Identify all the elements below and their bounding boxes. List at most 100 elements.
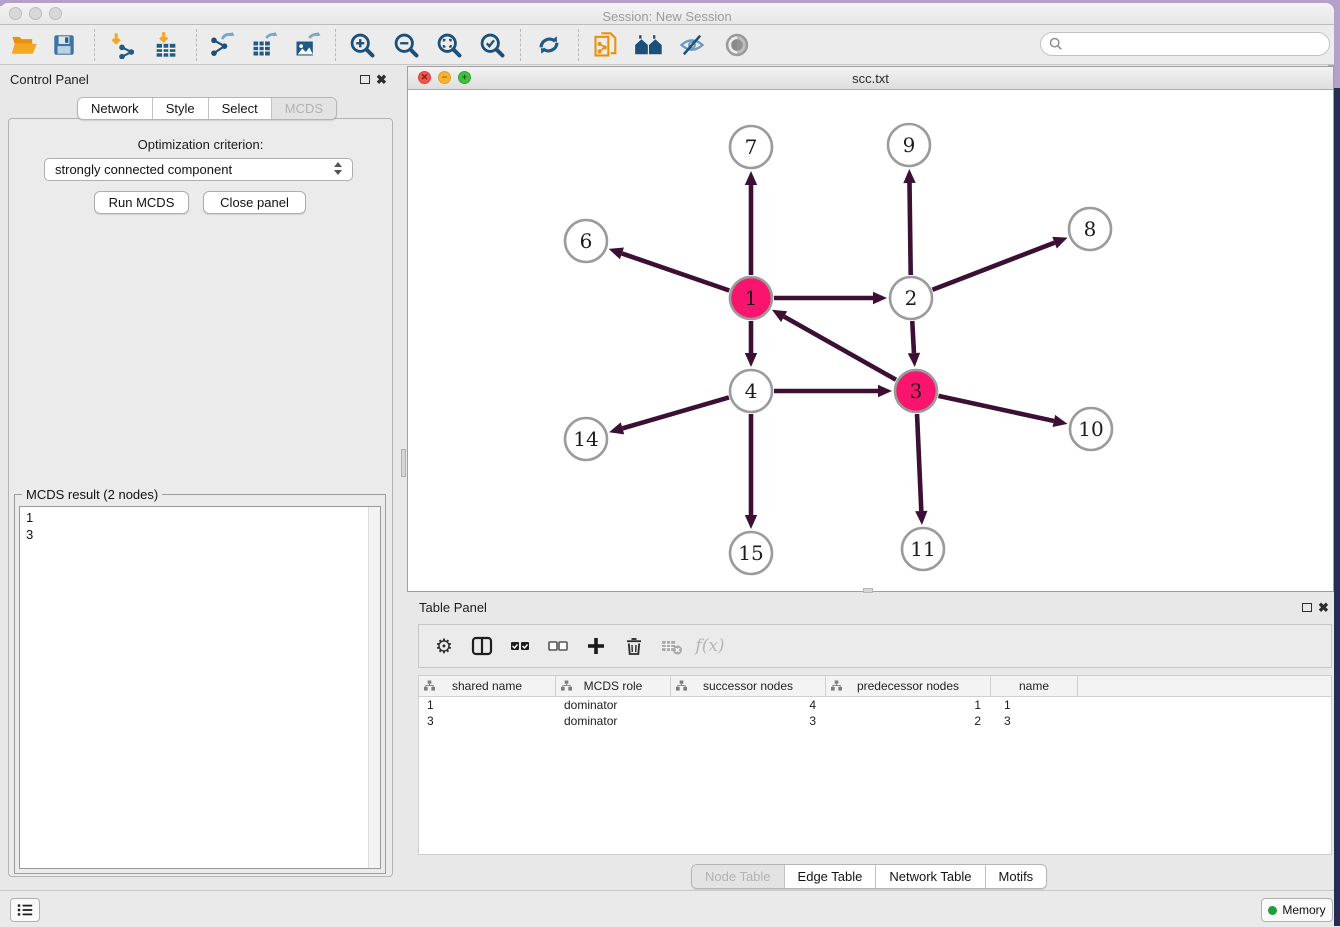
- table-row[interactable]: 1dominator411: [419, 697, 1331, 713]
- import-network-icon[interactable]: [104, 28, 140, 62]
- zoom-out-icon[interactable]: [388, 28, 424, 62]
- column-header-successor-nodes[interactable]: successor nodes: [671, 676, 826, 696]
- control-panel-tabs: NetworkStyleSelectMCDS: [77, 97, 337, 120]
- graph-node-label: 6: [580, 229, 593, 253]
- import-table-icon[interactable]: [148, 28, 184, 62]
- graph-edge-arrowhead: [1053, 415, 1068, 427]
- close-panel-button[interactable]: Close panel: [203, 191, 306, 214]
- graph-edge-1-6[interactable]: [622, 253, 729, 290]
- export-table-icon[interactable]: [246, 28, 282, 62]
- refresh-view-icon[interactable]: [531, 28, 567, 62]
- table-cell: 1: [826, 698, 991, 712]
- task-history-button[interactable]: [10, 898, 40, 922]
- tab-mcds[interactable]: MCDS: [272, 98, 336, 119]
- graph-edge-arrowhead: [878, 385, 892, 397]
- column-header-MCDS-role[interactable]: MCDS role: [556, 676, 671, 696]
- add-column-icon[interactable]: [577, 634, 615, 658]
- graph-edge-arrowhead: [873, 292, 887, 304]
- criterion-dropdown[interactable]: strongly connected component: [44, 158, 353, 181]
- tab-node-table[interactable]: Node Table: [692, 865, 785, 888]
- search-icon: [1049, 37, 1063, 51]
- search-input[interactable]: [1068, 36, 1329, 52]
- memory-status-icon: [1268, 906, 1277, 915]
- table-row[interactable]: 3dominator323: [419, 713, 1331, 729]
- open-file-icon[interactable]: [6, 28, 42, 62]
- network-window-title: scc.txt: [408, 71, 1333, 86]
- table-cell: 4: [671, 698, 826, 712]
- network-graph[interactable]: 1234678910111415: [409, 89, 1333, 591]
- graph-node-label: 7: [745, 135, 758, 159]
- show-all-networks-icon[interactable]: [631, 28, 667, 62]
- graph-edge-2-9[interactable]: [909, 183, 910, 275]
- graph-node-label: 8: [1084, 217, 1097, 241]
- select-all-rows-icon[interactable]: [501, 634, 539, 658]
- tab-edge-table[interactable]: Edge Table: [785, 865, 877, 888]
- tab-network-table[interactable]: Network Table: [876, 865, 985, 888]
- column-header-label: predecessor nodes: [857, 679, 959, 693]
- tab-style[interactable]: Style: [153, 98, 209, 119]
- show-panels-icon[interactable]: [719, 28, 755, 62]
- graph-node-label: 3: [910, 379, 923, 403]
- run-mcds-button[interactable]: Run MCDS: [94, 191, 189, 214]
- zoom-in-icon[interactable]: [344, 28, 380, 62]
- zoom-fit-icon[interactable]: [431, 28, 467, 62]
- search-box[interactable]: [1040, 32, 1330, 56]
- graph-node-label: 4: [745, 379, 758, 403]
- column-header-predecessor-nodes[interactable]: predecessor nodes: [826, 676, 991, 696]
- mcds-result-box[interactable]: 1 3: [19, 506, 381, 869]
- mcds-result-group-title: MCDS result (2 nodes): [22, 487, 162, 502]
- graph-node-label: 10: [1078, 417, 1103, 441]
- save-session-icon[interactable]: [46, 28, 82, 62]
- column-header-name[interactable]: name: [991, 676, 1078, 696]
- graph-edge-4-14[interactable]: [622, 397, 728, 428]
- graph-edge-3-10[interactable]: [938, 396, 1053, 421]
- column-visibility-icon[interactable]: [463, 634, 501, 658]
- zoom-selected-icon[interactable]: [474, 28, 510, 62]
- tab-network[interactable]: Network: [78, 98, 153, 119]
- mcds-result-scrollbar[interactable]: [368, 507, 380, 868]
- deselect-all-rows-icon[interactable]: [539, 634, 577, 658]
- open-network-file-icon[interactable]: [588, 28, 624, 62]
- graph-edge-arrowhead: [745, 353, 757, 367]
- function-builder-icon: f(x): [691, 636, 729, 656]
- column-header-label: name: [1019, 679, 1049, 693]
- control-panel-close-icon[interactable]: ✖: [376, 74, 387, 85]
- toolbar-separator: [94, 29, 95, 61]
- export-network-icon[interactable]: [203, 28, 239, 62]
- memory-button-label: Memory: [1282, 903, 1325, 917]
- memory-button[interactable]: Memory: [1261, 898, 1333, 922]
- graph-edge-arrowhead: [609, 248, 624, 260]
- main-toolbar: [0, 25, 1334, 65]
- tab-select[interactable]: Select: [209, 98, 272, 119]
- mcds-result-text: 1 3: [26, 509, 33, 543]
- column-header-shared-name[interactable]: shared name: [419, 676, 556, 696]
- graph-edge-3-1[interactable]: [784, 317, 896, 380]
- desktop-right-edge: [1334, 88, 1340, 926]
- export-image-icon[interactable]: [289, 28, 325, 62]
- node-table[interactable]: shared name MCDS rolesuccessor nodes prede…: [418, 675, 1332, 855]
- network-window-titlebar[interactable]: ✕ − + scc.txt: [408, 67, 1333, 90]
- table-header-row: shared name MCDS rolesuccessor nodes prede…: [419, 676, 1331, 697]
- graph-node-label: 11: [910, 537, 935, 561]
- table-settings-gear-icon[interactable]: ⚙: [425, 634, 463, 659]
- table-cell: 3: [991, 714, 1078, 728]
- control-panel-float-icon[interactable]: [360, 75, 370, 84]
- graph-edge-3-11[interactable]: [917, 414, 921, 511]
- graph-edge-2-3[interactable]: [912, 321, 914, 353]
- table-panel-float-icon[interactable]: [1302, 603, 1312, 612]
- column-header-label: shared name: [452, 679, 522, 693]
- tab-motifs[interactable]: Motifs: [986, 865, 1047, 888]
- destroy-table-icon: [653, 634, 691, 658]
- horizontal-splitter-handle[interactable]: [863, 588, 873, 593]
- vertical-splitter-handle[interactable]: [401, 449, 406, 477]
- optimization-criterion-label: Optimization criterion:: [0, 137, 401, 152]
- table-cell: 1: [419, 698, 556, 712]
- hide-panels-icon[interactable]: [674, 28, 710, 62]
- table-panel-close-icon[interactable]: ✖: [1318, 602, 1329, 613]
- graph-edge-2-8[interactable]: [932, 243, 1054, 290]
- graph-edge-arrowhead: [745, 515, 757, 529]
- mcds-result-group: 1 3: [14, 494, 386, 874]
- graph-node-label: 9: [903, 133, 916, 157]
- graph-edge-arrowhead: [903, 169, 915, 183]
- delete-column-icon[interactable]: [615, 634, 653, 658]
